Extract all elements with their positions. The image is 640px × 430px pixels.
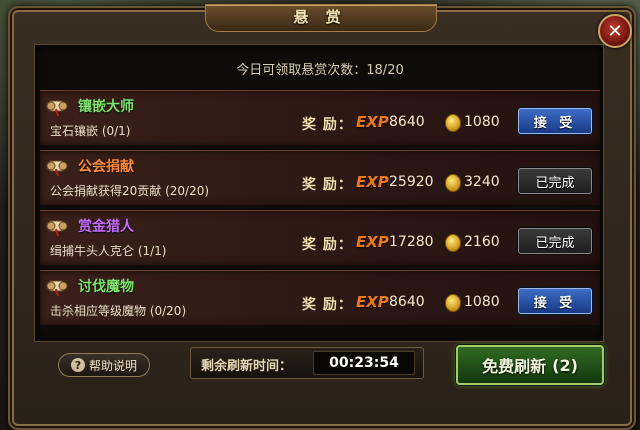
gold-coin-icon <box>445 294 461 312</box>
reward-label: 奖 励： <box>302 117 353 133</box>
exp-tag: EXP <box>356 113 389 131</box>
task-title: 公会捐献 <box>78 159 134 175</box>
window-title: 悬 赏 <box>293 8 347 26</box>
gold-value: 2160 <box>464 234 500 250</box>
completed-button[interactable]: 已完成 <box>518 168 592 194</box>
accept-button[interactable]: 接 受 <box>518 108 592 134</box>
daily-count: 今日可领取悬赏次数：18/20 <box>236 63 404 78</box>
reward-label: 奖 励： <box>302 297 353 313</box>
exp-value: 8640 <box>389 294 425 310</box>
refresh-count: (2) <box>552 355 578 375</box>
refresh-timer: 剩余刷新时间： 00:23:54 <box>190 347 424 379</box>
reward-label: 奖 励： <box>302 177 353 193</box>
gold-coin-icon <box>445 114 461 132</box>
task-desc: 缉捕牛头人克仑 (1/1) <box>50 244 167 258</box>
scroll-icon <box>46 100 68 117</box>
gold-coin-icon <box>445 174 461 192</box>
gold-value: 3240 <box>464 174 500 190</box>
close-icon: ✕ <box>607 20 623 42</box>
task-row-4: 讨伐魔物 击杀相应等级魔物 (0/20) 奖 励： EXP 8640 1080 … <box>40 270 600 326</box>
timer-value: 00:23:54 <box>329 355 399 371</box>
task-row-2: 公会捐献 公会捐献获得20贡献 (20/20) 奖 励： EXP 25920 3… <box>40 150 600 206</box>
exp-value: 8640 <box>389 114 425 130</box>
task-title: 赏金猎人 <box>78 219 134 235</box>
exp-value: 17280 <box>389 234 434 250</box>
reward-label: 奖 励： <box>302 237 353 253</box>
scroll-icon <box>46 160 68 177</box>
task-desc: 宝石镶嵌 (0/1) <box>50 124 131 138</box>
completed-button[interactable]: 已完成 <box>518 228 592 254</box>
timer-label: 剩余刷新时间： <box>201 359 293 374</box>
timer-value-box: 00:23:54 <box>313 351 415 375</box>
gold-coin-icon <box>445 234 461 252</box>
scroll-icon <box>46 220 68 237</box>
gold-value: 1080 <box>464 114 500 130</box>
gold-value: 1080 <box>464 294 500 310</box>
task-desc: 击杀相应等级魔物 (0/20) <box>50 304 187 318</box>
exp-tag: EXP <box>356 173 389 191</box>
scroll-icon <box>46 280 68 297</box>
help-button[interactable]: ? 帮助说明 <box>58 353 150 377</box>
exp-tag: EXP <box>356 233 389 251</box>
task-row-1: 镶嵌大师 宝石镶嵌 (0/1) 奖 励： EXP 8640 1080 接 受 <box>40 90 600 146</box>
exp-tag: EXP <box>356 293 389 311</box>
task-title: 镶嵌大师 <box>78 99 134 115</box>
refresh-label: 免费刷新 <box>482 357 547 376</box>
task-desc: 公会捐献获得20贡献 (20/20) <box>50 184 210 198</box>
task-title: 讨伐魔物 <box>78 279 134 295</box>
help-label: 帮助说明 <box>88 358 137 373</box>
accept-button[interactable]: 接 受 <box>518 288 592 314</box>
free-refresh-button[interactable]: 免费刷新 (2) <box>456 345 604 385</box>
question-icon: ? <box>70 358 85 372</box>
task-row-3: 赏金猎人 缉捕牛头人克仑 (1/1) 奖 励： EXP 17280 2160 已… <box>40 210 600 266</box>
exp-value: 25920 <box>389 174 434 190</box>
close-button[interactable]: ✕ <box>598 14 632 48</box>
